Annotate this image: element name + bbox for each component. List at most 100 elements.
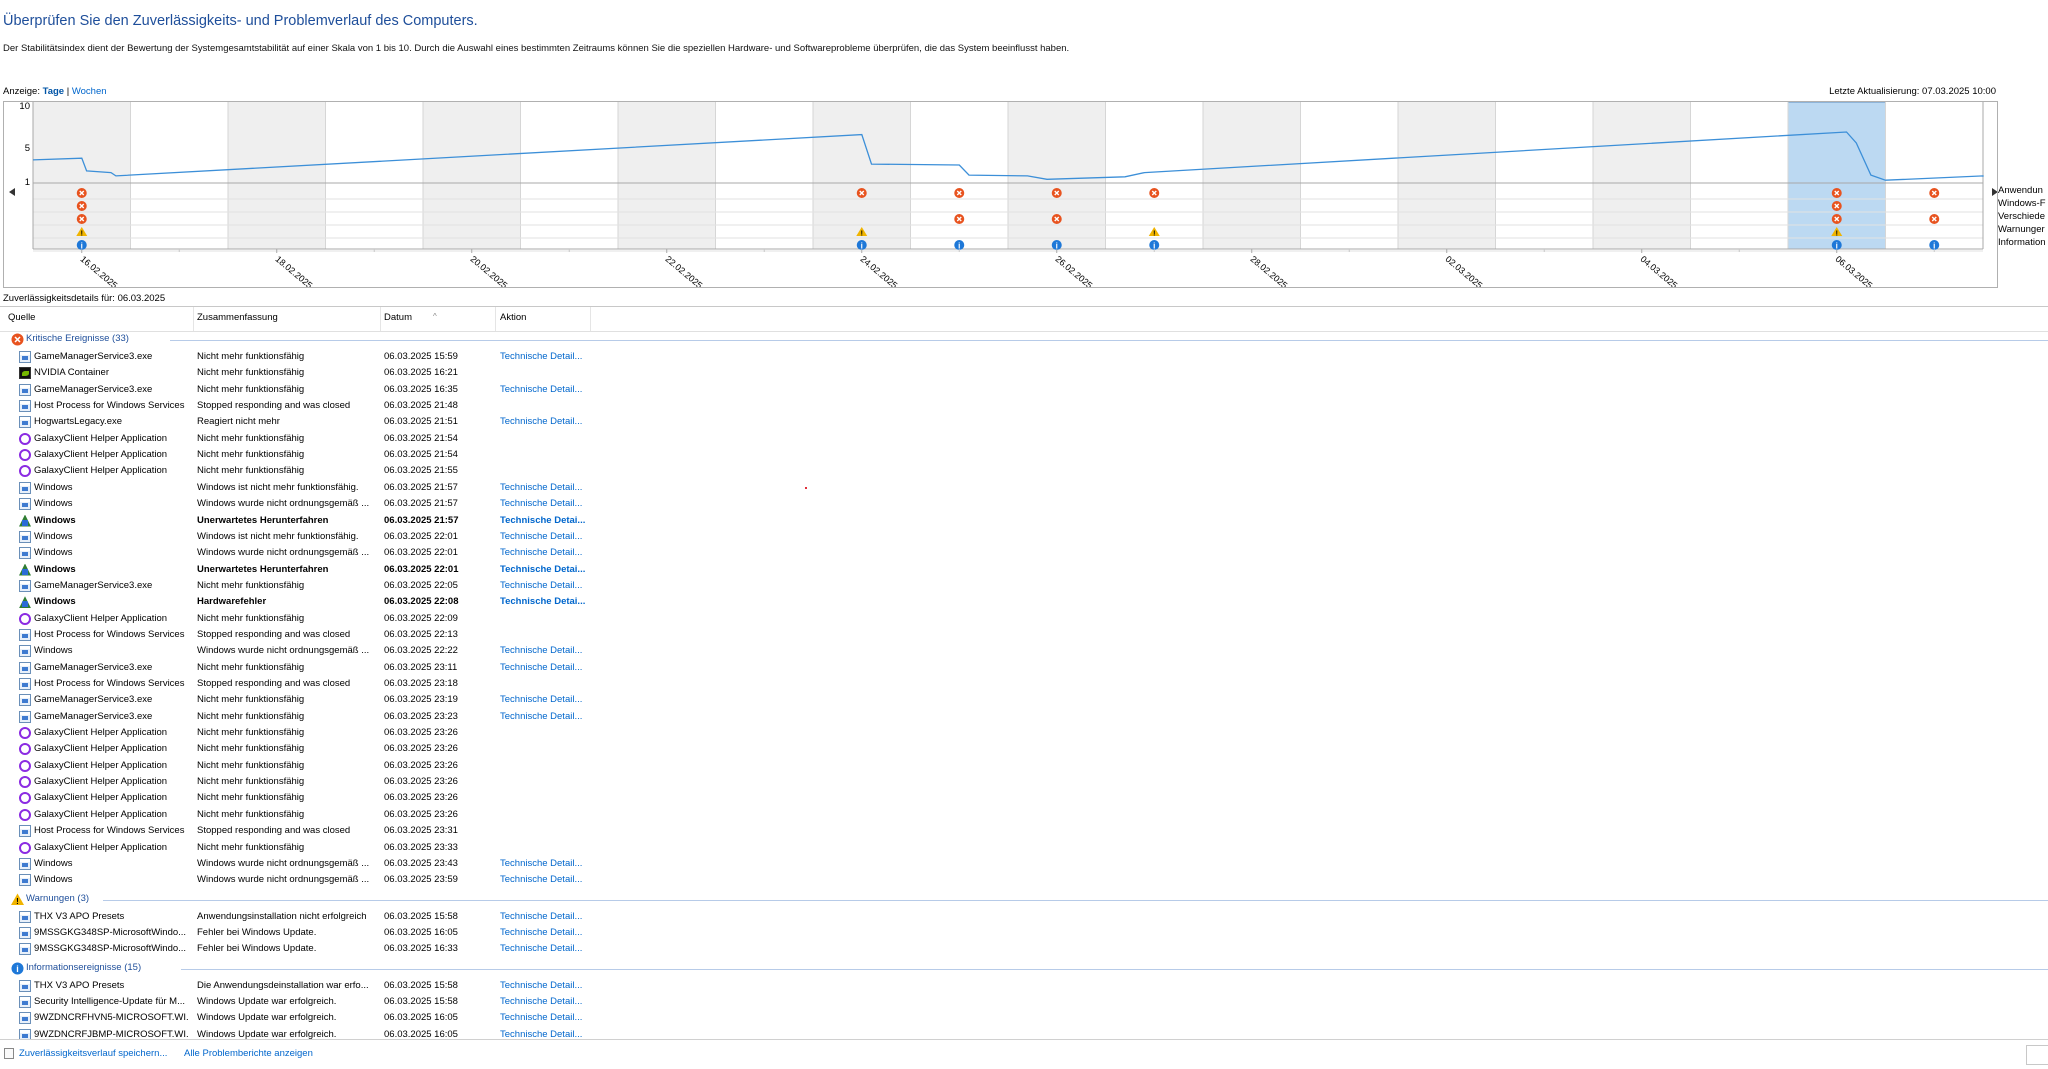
footer-bar: Zuverlässigkeitsverlauf speichern... All…: [0, 1039, 2048, 1069]
technical-details-link[interactable]: Technische Detail...: [500, 711, 592, 722]
table-row[interactable]: GalaxyClient Helper Application Nicht meh…: [0, 774, 2048, 790]
table-row[interactable]: THX V3 APO Presets Die Anwendungsdeinstal…: [0, 978, 2048, 994]
technical-details-link[interactable]: Technische Detail...: [500, 943, 592, 954]
all-reports-link[interactable]: Alle Problemberichte anzeigen: [184, 1048, 313, 1059]
table-row[interactable]: NVIDIA Container Nicht mehr funktionsfähi…: [0, 365, 2048, 381]
table-row[interactable]: Windows Windows wurde nicht ordnungsgemäß…: [0, 496, 2048, 512]
technical-details-link[interactable]: Technische Detail...: [500, 874, 592, 885]
table-row[interactable]: Windows Windows wurde nicht ordnungsgemäß…: [0, 545, 2048, 561]
table-row[interactable]: GalaxyClient Helper Application Nicht meh…: [0, 463, 2048, 479]
technical-details-link[interactable]: Technische Detai...: [500, 564, 592, 575]
technical-details-link[interactable]: Technische Detai...: [500, 515, 592, 526]
table-row[interactable]: GalaxyClient Helper Application Nicht meh…: [0, 741, 2048, 757]
day-shade: [423, 102, 521, 249]
technical-details-link[interactable]: Technische Detail...: [500, 858, 592, 869]
technical-details-link[interactable]: Technische Detail...: [500, 580, 592, 591]
table-row[interactable]: GameManagerService3.exe Nicht mehr funkti…: [0, 692, 2048, 708]
table-row[interactable]: 9WZDNCRFHVN5-MICROSOFT.WI... Windows Upda…: [0, 1010, 2048, 1026]
table-row[interactable]: HogwartsLegacy.exe Reagiert nicht mehr 06.…: [0, 414, 2048, 430]
table-row[interactable]: 9MSSGKG348SP-MicrosoftWindo... Fehler bei…: [0, 941, 2048, 957]
x-tick-label: 16.02.2025: [78, 254, 119, 287]
technical-details-link[interactable]: Technische Detail...: [500, 547, 592, 558]
group-header[interactable]: Kritische Ereignisse (33): [0, 332, 2048, 348]
table-row[interactable]: GalaxyClient Helper Application Nicht meh…: [0, 758, 2048, 774]
technical-details-link[interactable]: Technische Detail...: [500, 416, 592, 427]
table-row[interactable]: GalaxyClient Helper Application Nicht meh…: [0, 790, 2048, 806]
table-row[interactable]: GameManagerService3.exe Nicht mehr funkti…: [0, 660, 2048, 676]
save-history-link[interactable]: Zuverlässigkeitsverlauf speichern...: [19, 1048, 167, 1059]
table-row[interactable]: GalaxyClient Helper Application Nicht meh…: [0, 840, 2048, 856]
column-header-date[interactable]: Datum: [384, 312, 412, 323]
group-header[interactable]: ! Warnungen (3): [0, 892, 2048, 908]
table-row[interactable]: Windows Windows wurde nicht ordnungsgemäß…: [0, 856, 2048, 872]
table-row[interactable]: GalaxyClient Helper Application Nicht meh…: [0, 431, 2048, 447]
table-row[interactable]: Windows Windows wurde nicht ordnungsgemäß…: [0, 643, 2048, 659]
table-row[interactable]: GalaxyClient Helper Application Nicht meh…: [0, 447, 2048, 463]
application-icon: [19, 661, 31, 674]
stability-chart[interactable]: 10 5 1!!!! i i i i i i i 16.02.2025 18.02.2025 20.02…: [3, 101, 1998, 288]
table-row[interactable]: Windows Windows ist nicht mehr funktionsf…: [0, 529, 2048, 545]
table-row[interactable]: GalaxyClient Helper Application Nicht meh…: [0, 807, 2048, 823]
technical-details-link[interactable]: Technische Detail...: [500, 1029, 592, 1040]
technical-details-link[interactable]: Technische Detail...: [500, 911, 592, 922]
technical-details-link[interactable]: Technische Detail...: [500, 1012, 592, 1023]
technical-details-link[interactable]: Technische Detail...: [500, 645, 592, 656]
page-title: Überprüfen Sie den Zuverlässigkeits- und…: [3, 13, 478, 29]
table-row[interactable]: GameManagerService3.exe Nicht mehr funkti…: [0, 382, 2048, 398]
column-header-summary[interactable]: Zusammenfassung: [197, 312, 278, 323]
row-source: Host Process for Windows Services: [34, 678, 185, 689]
row-source: GalaxyClient Helper Application: [34, 727, 168, 739]
group-title: Kritische Ereignisse (33): [26, 333, 129, 344]
table-row[interactable]: Host Process for Windows Services Stopped…: [0, 398, 2048, 414]
technical-details-link[interactable]: Technische Detai...: [500, 596, 592, 607]
view-days-link[interactable]: Tage: [43, 86, 64, 97]
row-summary: Nicht mehr funktionsfähig: [197, 710, 305, 722]
column-header-source[interactable]: Quelle: [8, 312, 35, 323]
table-row[interactable]: Windows Unerwartetes Herunterfahren 06.03.…: [0, 562, 2048, 578]
column-header-action[interactable]: Aktion: [500, 312, 526, 323]
table-row[interactable]: GameManagerService3.exe Nicht mehr funkti…: [0, 349, 2048, 365]
table-row[interactable]: THX V3 APO Presets Anwendungsinstallation…: [0, 909, 2048, 925]
technical-details-link[interactable]: Technische Detail...: [500, 927, 592, 938]
footer-button[interactable]: [2026, 1045, 2048, 1065]
table-row[interactable]: GalaxyClient Helper Application Nicht meh…: [0, 725, 2048, 741]
group-header[interactable]: i Informationsereignisse (15): [0, 961, 2048, 977]
row-summary: Windows wurde nicht ordnungsgemäß ...: [197, 874, 370, 886]
table-row[interactable]: Host Process for Windows Services Stopped…: [0, 823, 2048, 839]
day-shade: [228, 102, 326, 249]
table-row[interactable]: GameManagerService3.exe Nicht mehr funkti…: [0, 709, 2048, 725]
technical-details-link[interactable]: Technische Detail...: [500, 996, 592, 1007]
table-row[interactable]: Host Process for Windows Services Stopped…: [0, 627, 2048, 643]
stability-chart-svg[interactable]: 1051!!! !i i i i i i i16.02.2025 18.02.2025 20.02…: [4, 102, 1997, 287]
row-date: 06.03.2025 23:33: [384, 841, 458, 853]
row-source: 9MSSGKG348SP-MicrosoftWindo...: [34, 943, 187, 955]
row-date: 06.03.2025 16:05: [384, 1012, 458, 1024]
galaxy-client-icon: [19, 808, 31, 821]
application-icon: [19, 351, 31, 363]
view-weeks-link[interactable]: Wochen: [72, 86, 107, 97]
technical-details-link[interactable]: Technische Detail...: [500, 662, 592, 673]
technical-details-link[interactable]: Technische Detail...: [500, 351, 592, 362]
table-row[interactable]: 9WZDNCRFJBMP-MICROSOFT.WI... Windows Upda…: [0, 1027, 2048, 1040]
row-source: 9WZDNCRFJBMP-MICROSOFT.WI...: [34, 1028, 188, 1040]
technical-details-link[interactable]: Technische Detail...: [500, 482, 592, 493]
table-row[interactable]: Windows Windows ist nicht mehr funktionsf…: [0, 480, 2048, 496]
details-title: Zuverlässigkeitsdetails für: 06.03.2025: [3, 293, 166, 304]
technical-details-link[interactable]: Technische Detail...: [500, 531, 592, 542]
reliability-details-list[interactable]: Quelle Zusammenfassung Datum ^ Aktion Kr…: [0, 306, 2048, 1040]
table-row[interactable]: Windows Hardwarefehler 06.03.2025 22:08 Tec…: [0, 594, 2048, 610]
table-row[interactable]: 9MSSGKG348SP-MicrosoftWindo... Fehler bei…: [0, 925, 2048, 941]
technical-details-link[interactable]: Technische Detail...: [500, 980, 592, 991]
row-source: 9MSSGKG348SP-MicrosoftWindo...: [34, 926, 187, 938]
application-icon: [19, 400, 31, 413]
technical-details-link[interactable]: Technische Detail...: [500, 384, 592, 395]
table-row[interactable]: GalaxyClient Helper Application Nicht meh…: [0, 611, 2048, 627]
table-row[interactable]: GameManagerService3.exe Nicht mehr funkti…: [0, 578, 2048, 594]
technical-details-link[interactable]: Technische Detail...: [500, 498, 592, 509]
application-icon: [19, 857, 31, 870]
table-row[interactable]: Windows Windows wurde nicht ordnungsgemäß…: [0, 872, 2048, 888]
technical-details-link[interactable]: Technische Detail...: [500, 694, 592, 705]
table-row[interactable]: Host Process for Windows Services Stopped…: [0, 676, 2048, 692]
table-row[interactable]: Windows Unerwartetes Herunterfahren 06.03.…: [0, 513, 2048, 529]
table-row[interactable]: Security Intelligence-Update für M... Win…: [0, 994, 2048, 1010]
